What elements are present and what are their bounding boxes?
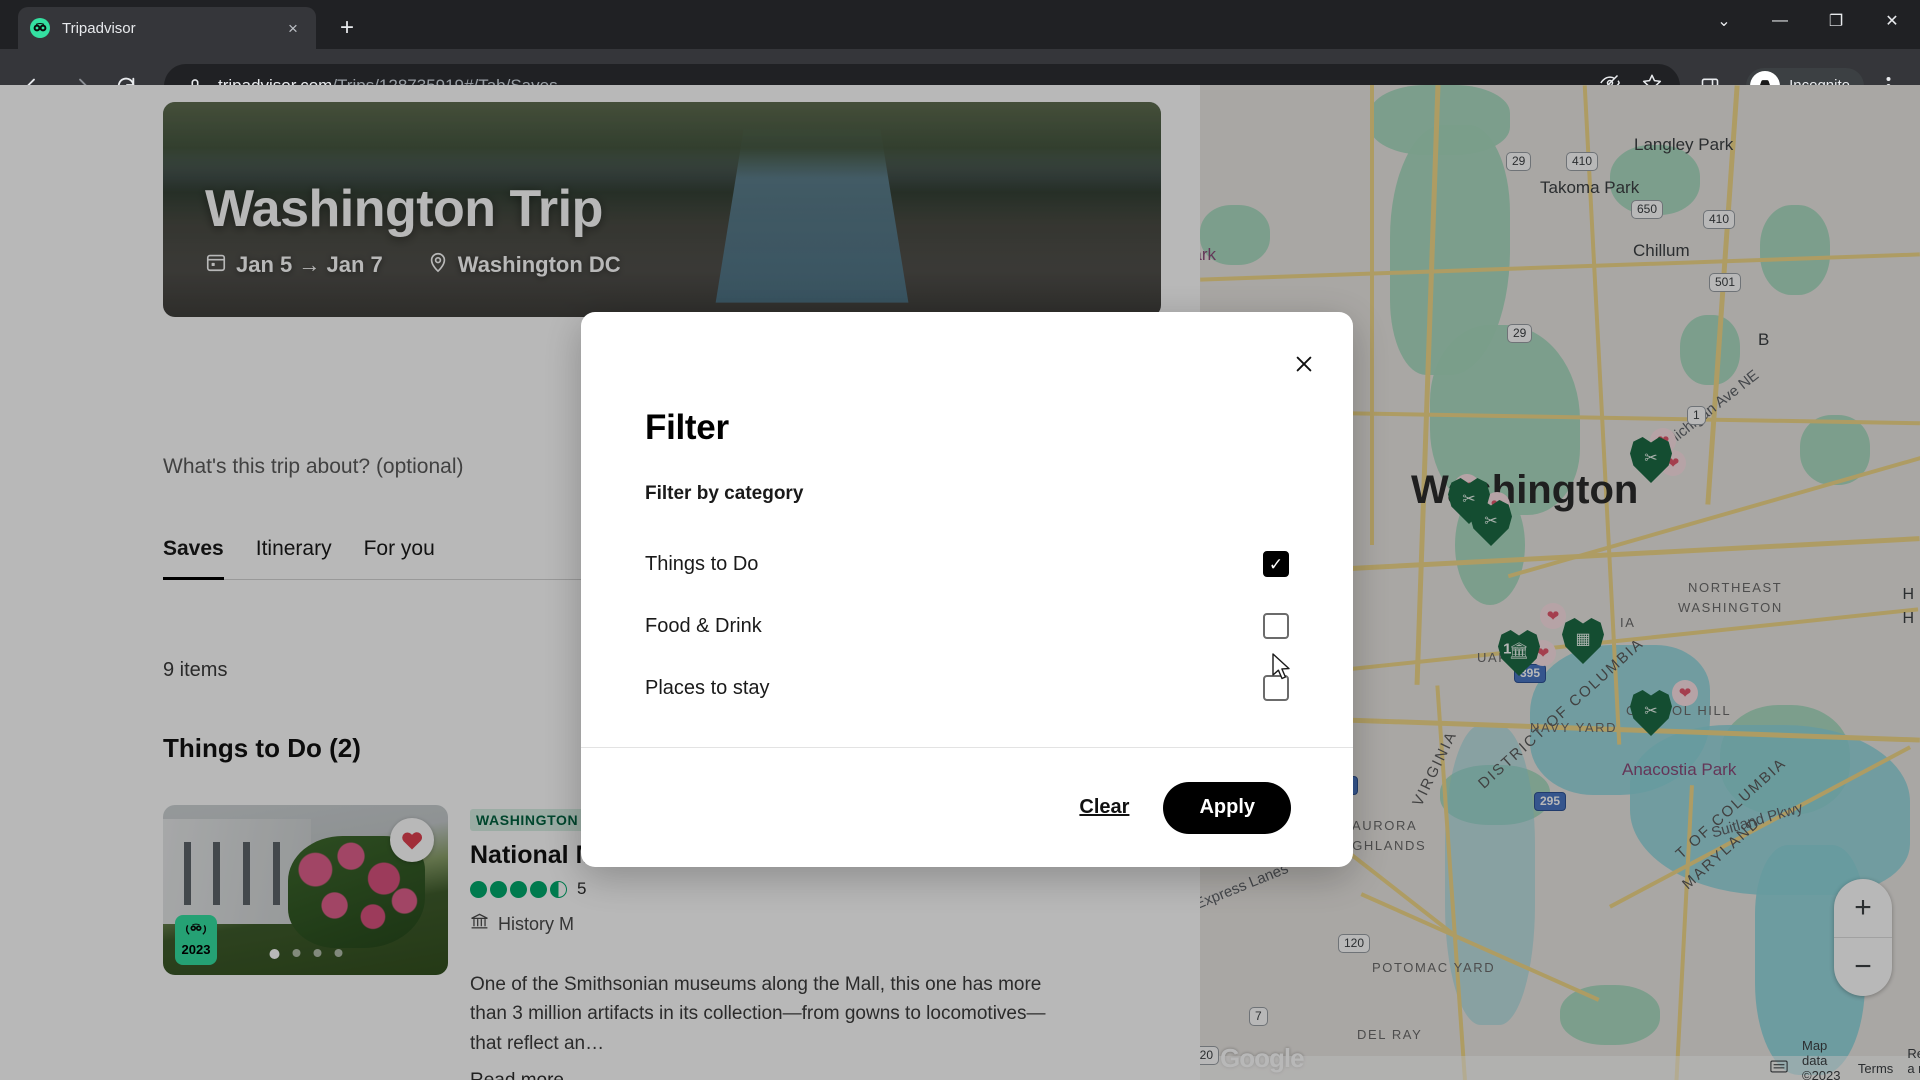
- modal-subtitle: Filter by category: [645, 483, 804, 504]
- minimize-button[interactable]: —: [1752, 0, 1808, 42]
- close-icon[interactable]: [1285, 345, 1323, 383]
- tab-strip: Tripadvisor × + ⌄ — ❐ ✕: [0, 0, 1920, 49]
- apply-button[interactable]: Apply: [1163, 781, 1291, 834]
- checkbox-things-to-do[interactable]: ✓: [1263, 551, 1289, 577]
- filter-option-places-to-stay[interactable]: Places to stay: [581, 657, 1353, 719]
- filter-options-list: Things to Do ✓ Food & Drink Places to st…: [581, 533, 1353, 719]
- tripadvisor-owl-icon: [30, 18, 50, 38]
- clear-button[interactable]: Clear: [1079, 796, 1129, 819]
- modal-footer-actions: Clear Apply: [581, 748, 1353, 867]
- new-tab-button[interactable]: +: [330, 11, 364, 45]
- checkbox-food-drink[interactable]: [1263, 613, 1289, 639]
- check-icon: ✓: [1268, 554, 1284, 574]
- filter-modal: Filter Filter by category Things to Do ✓…: [581, 312, 1353, 867]
- maximize-button[interactable]: ❐: [1808, 0, 1864, 42]
- close-window-button[interactable]: ✕: [1864, 0, 1920, 42]
- filter-option-label: Food & Drink: [645, 614, 762, 637]
- filter-option-things-to-do[interactable]: Things to Do ✓: [581, 533, 1353, 595]
- browser-tab-tripadvisor[interactable]: Tripadvisor ×: [18, 7, 316, 49]
- filter-option-label: Places to stay: [645, 676, 770, 699]
- tab-title: Tripadvisor: [62, 19, 136, 37]
- tab-search-icon[interactable]: ⌄: [1696, 0, 1752, 42]
- browser-window: Tripadvisor × + ⌄ — ❐ ✕ tripadvisor.com/…: [0, 0, 1920, 1080]
- window-controls: ⌄ — ❐ ✕: [1696, 0, 1920, 42]
- filter-option-label: Things to Do: [645, 552, 759, 575]
- mouse-cursor: [1272, 653, 1294, 683]
- modal-title: Filter: [645, 408, 729, 447]
- filter-option-food-drink[interactable]: Food & Drink: [581, 595, 1353, 657]
- tab-close-icon[interactable]: ×: [282, 17, 304, 39]
- page-viewport: Washington Trip Jan 5 → Jan 7 Washington…: [0, 85, 1920, 1080]
